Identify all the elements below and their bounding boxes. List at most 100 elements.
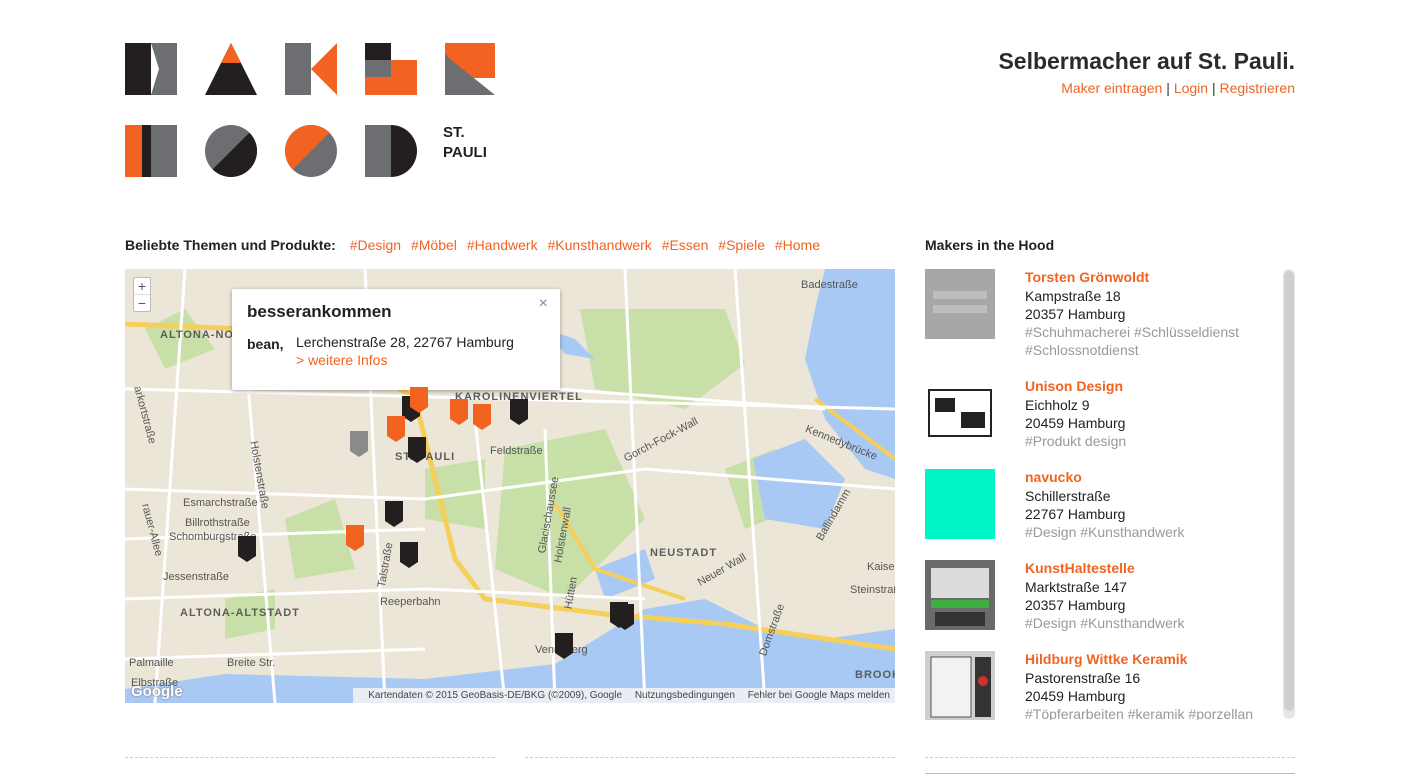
maker-thumbnail[interactable] [925, 469, 995, 539]
map-marker[interactable] [616, 604, 634, 630]
bottom-box [925, 773, 1295, 778]
tag-kunsthandwerk[interactable]: #Kunsthandwerk [548, 237, 652, 253]
map[interactable]: + − ALTONA-NORD KAROLINENVIERTEL ST. PAU… [125, 269, 895, 703]
map-label: Breite Str. [227, 657, 276, 669]
maker-address: Pastorenstraße 16 20459 Hamburg [1025, 669, 1140, 705]
map-label: Kaiser- [867, 561, 895, 573]
map-marker[interactable] [346, 525, 364, 551]
map-marker[interactable] [555, 633, 573, 659]
maker-name[interactable]: Unison Design [1025, 378, 1123, 394]
maker-tags[interactable]: #Schuhmacherei #Schlüsseldienst #Schloss… [1025, 323, 1265, 359]
map-marker[interactable] [387, 416, 405, 442]
maker-item[interactable]: Unison Design Eichholz 9 20459 Hamburg #… [925, 378, 1275, 468]
maker-thumbnail[interactable] [925, 269, 995, 339]
link-separator: | [1211, 80, 1216, 96]
map-marker[interactable] [510, 399, 528, 425]
makerhood-logo[interactable]: ST. PAULI [125, 43, 497, 177]
maker-item[interactable]: Hildburg Wittke Keramik Pastorenstraße 1… [925, 651, 1275, 720]
divider [125, 757, 495, 758]
tag-spiele[interactable]: #Spiele [718, 237, 765, 253]
map-marker[interactable] [350, 431, 368, 457]
maker-city: 22767 Hamburg [1025, 506, 1126, 522]
maker-address: Schillerstraße 22767 Hamburg [1025, 487, 1125, 523]
makers-list[interactable]: Torsten Grönwoldt Kampstraße 18 20357 Ha… [925, 269, 1285, 720]
tag-moebel[interactable]: #Möbel [411, 237, 457, 253]
map-label: NEUSTADT [650, 547, 718, 559]
map-attribution: Kartendaten © 2015 GeoBasis-DE/BKG (©200… [353, 688, 895, 703]
maker-name[interactable]: Hildburg Wittke Keramik [1025, 651, 1187, 667]
maker-thumbnail[interactable] [925, 651, 995, 720]
maker-tags[interactable]: #Töpferarbeiten #keramik #porzellan [1025, 705, 1265, 720]
maker-item[interactable]: navucko Schillerstraße 22767 Hamburg #De… [925, 469, 1275, 559]
maker-tags[interactable]: #Design #Kunsthandwerk [1025, 614, 1265, 632]
maker-street: Pastorenstraße 16 [1025, 670, 1141, 686]
terms-link[interactable]: Nutzungsbedingungen [635, 690, 735, 701]
maker-item[interactable]: KunstHaltestelle Marktstraße 147 20357 H… [925, 560, 1275, 650]
maker-street: Kampstraße 18 [1025, 288, 1121, 304]
map-marker[interactable] [238, 536, 256, 562]
maker-item[interactable]: Torsten Grönwoldt Kampstraße 18 20357 Ha… [925, 269, 1275, 359]
map-label: Billrothstraße [185, 517, 250, 529]
maker-thumbnail[interactable] [925, 378, 995, 448]
maker-street: Marktstraße 147 [1025, 579, 1127, 595]
maker-address: Eichholz 9 20459 Hamburg [1025, 396, 1125, 432]
map-label: Esmarchstraße [183, 497, 258, 509]
map-label: Jessenstraße [163, 571, 230, 583]
divider [925, 757, 1295, 758]
divider [525, 757, 895, 758]
map-marker[interactable] [450, 399, 468, 425]
tag-home[interactable]: #Home [775, 237, 820, 253]
maker-name[interactable]: navucko [1025, 469, 1082, 485]
zoom-out-button[interactable]: − [134, 294, 150, 311]
maker-eintragen-link[interactable]: Maker eintragen [1061, 80, 1162, 96]
map-marker[interactable] [473, 404, 491, 430]
map-label: ALTONA-ALTSTADT [180, 607, 300, 619]
maker-street: Schillerstraße [1025, 488, 1111, 504]
map-label: Badestraße [801, 279, 858, 291]
login-link[interactable]: Login [1174, 80, 1208, 96]
map-info-popup: besserankommen × bean, Lerchenstraße 28,… [232, 289, 560, 390]
popup-close-icon[interactable]: × [539, 295, 548, 313]
maker-address: Marktstraße 147 20357 Hamburg [1025, 578, 1127, 614]
registrieren-link[interactable]: Registrieren [1220, 80, 1295, 96]
map-marker[interactable] [408, 437, 426, 463]
maker-thumbnail[interactable] [925, 560, 995, 630]
map-label: Feldstraße [490, 445, 543, 457]
maker-street: Eichholz 9 [1025, 397, 1090, 413]
report-error-link[interactable]: Fehler bei Google Maps melden [748, 690, 890, 701]
header-links: Maker eintragen | Login | Registrieren [1061, 80, 1295, 96]
maker-city: 20357 Hamburg [1025, 306, 1126, 322]
svg-text:ST.: ST. [443, 124, 465, 141]
maker-name[interactable]: Torsten Grönwoldt [1025, 269, 1149, 285]
topics-label: Beliebte Themen und Produkte: [125, 237, 336, 253]
popup-more-link[interactable]: > weitere Infos [296, 352, 387, 368]
topics-bar: Beliebte Themen und Produkte: #Design #M… [125, 237, 820, 253]
tagline: Selbermacher auf St. Pauli. [998, 48, 1295, 74]
makers-title: Makers in the Hood [925, 237, 1055, 253]
bean-logo: bean, [247, 336, 284, 352]
map-marker[interactable] [385, 501, 403, 527]
popup-title: besserankommen [247, 302, 392, 321]
maker-tags[interactable]: #Design #Kunsthandwerk [1025, 523, 1265, 541]
svg-text:PAULI: PAULI [443, 144, 487, 161]
makers-scrollbar-thumb[interactable] [1284, 271, 1294, 711]
google-logo: Google [131, 683, 183, 700]
map-marker[interactable] [410, 387, 428, 413]
maker-city: 20357 Hamburg [1025, 597, 1126, 613]
maker-name[interactable]: KunstHaltestelle [1025, 560, 1135, 576]
tag-design[interactable]: #Design [350, 237, 401, 253]
maker-city: 20459 Hamburg [1025, 688, 1126, 704]
map-label: BROOKT [855, 669, 895, 681]
map-label: Steinstraße [850, 584, 895, 596]
maker-city: 20459 Hamburg [1025, 415, 1126, 431]
map-data-credit: Kartendaten © 2015 GeoBasis-DE/BKG (©200… [368, 690, 623, 701]
maker-address: Kampstraße 18 20357 Hamburg [1025, 287, 1125, 323]
zoom-in-button[interactable]: + [134, 278, 150, 294]
tag-essen[interactable]: #Essen [662, 237, 709, 253]
tag-handwerk[interactable]: #Handwerk [467, 237, 538, 253]
popup-address: Lerchenstraße 28, 22767 Hamburg [296, 334, 514, 350]
link-separator: | [1166, 80, 1170, 96]
map-label: Palmaille [129, 657, 174, 669]
maker-tags[interactable]: #Produkt design [1025, 432, 1265, 450]
map-marker[interactable] [400, 542, 418, 568]
